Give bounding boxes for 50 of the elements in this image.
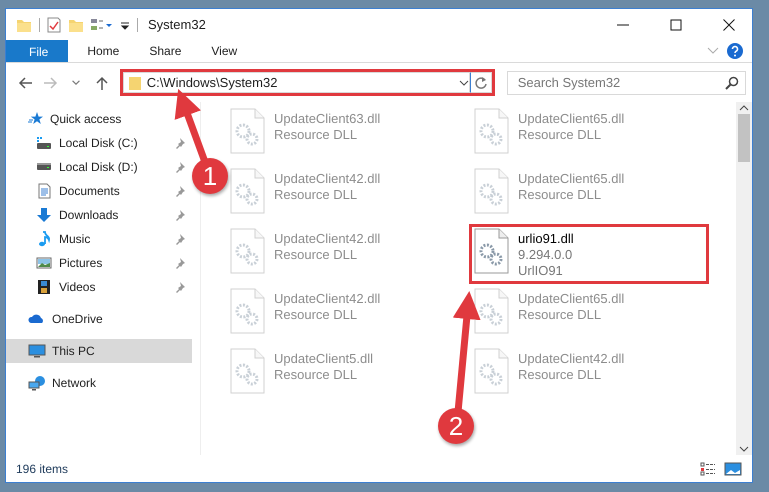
scroll-thumb[interactable] xyxy=(738,114,750,162)
forward-arrow-icon xyxy=(42,74,58,90)
network-icon xyxy=(28,375,46,391)
item-count: 196 items xyxy=(16,460,70,478)
drive-icon xyxy=(36,163,52,171)
refresh-icon xyxy=(474,76,488,90)
minimize-icon xyxy=(617,24,629,26)
help-button[interactable] xyxy=(724,40,746,62)
music-note-icon xyxy=(36,231,52,247)
document-icon xyxy=(36,183,52,199)
up-arrow-icon xyxy=(94,74,110,90)
drive-icon xyxy=(36,135,52,151)
address-bar[interactable]: C:\Windows\System32 xyxy=(122,72,470,93)
help-icon xyxy=(727,43,743,59)
nav-item[interactable]: OneDrive xyxy=(6,307,192,331)
nav-item[interactable]: Network xyxy=(6,371,192,395)
ribbon-tab[interactable]: View xyxy=(196,40,252,62)
picture-icon xyxy=(36,255,52,271)
nav-item[interactable]: Pictures xyxy=(6,251,192,275)
maximize-icon xyxy=(670,18,682,30)
properties-icon xyxy=(47,16,61,32)
ribbon-tab[interactable]: Share xyxy=(134,40,196,62)
nav-item[interactable]: Music xyxy=(6,227,192,251)
details-view-icon xyxy=(700,462,716,476)
nav-item[interactable]: Videos xyxy=(6,275,192,299)
view-options-icon xyxy=(91,18,113,32)
nav-item[interactable]: Documents xyxy=(6,179,192,203)
nav-item[interactable]: Local Disk (C:) xyxy=(6,131,192,155)
nav-item[interactable]: This PC xyxy=(6,339,192,363)
dropdown-icon xyxy=(458,78,469,86)
file-item[interactable]: urlio91.dll 9.294.0.0 UrlIO91 xyxy=(469,224,709,284)
scrollbar[interactable] xyxy=(736,102,752,455)
large-icons-view-icon xyxy=(724,462,742,476)
folder-icon xyxy=(128,74,142,90)
refresh-button[interactable] xyxy=(470,72,492,93)
file-menu-tab[interactable]: File xyxy=(6,40,68,62)
search-field[interactable]: Search System32 xyxy=(506,70,746,94)
chevron-down-icon xyxy=(72,80,80,85)
monitor-icon xyxy=(28,343,46,359)
search-icon xyxy=(725,76,740,90)
chevron-down-icon xyxy=(707,47,719,55)
ribbon-tab[interactable]: Home xyxy=(72,40,134,62)
back-arrow-icon xyxy=(16,74,33,90)
window-title: System32 xyxy=(148,16,206,34)
nav-item[interactable]: Quick access xyxy=(6,107,192,131)
film-icon xyxy=(36,279,52,295)
close-icon xyxy=(723,18,735,30)
nav-item[interactable]: Downloads xyxy=(6,203,192,227)
download-icon xyxy=(36,207,52,223)
nav-item[interactable]: Local Disk (D:) xyxy=(6,155,192,179)
